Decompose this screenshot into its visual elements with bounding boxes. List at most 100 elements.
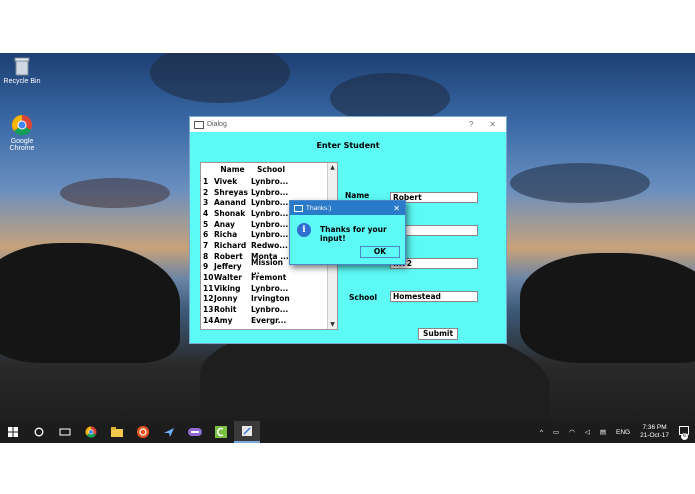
desktop-icon-recycle-bin[interactable]: Recycle Bin [0,56,44,85]
student-school: Lynbro... [251,305,289,315]
dialog-header: Enter Student [316,141,380,150]
system-tray: ^ ▭ ◠ ◁ ▤ ENG 7:36 PM 21-Oct-17 6 [535,421,695,443]
clock-date: 21-Oct-17 [640,432,669,439]
task-view-button[interactable] [52,421,78,443]
submit-button[interactable]: Submit [418,328,458,340]
row-number: 13 [203,305,214,315]
row-number: 7 [203,240,209,250]
thanks-message-box: Thanks:) ✕ i Thanks for your input! OK [289,200,406,265]
student-name: Shreyas [214,187,248,197]
close-button[interactable]: ✕ [489,120,496,129]
chrome-icon [85,426,97,438]
message-box-title: Thanks:) [306,204,332,212]
student-name: Richa [214,230,238,240]
cloud [150,53,290,103]
table-row[interactable]: 10 Walter Fremont [201,272,337,283]
student-name: Walter [214,273,243,283]
list-header: Name School [201,163,337,176]
table-row[interactable]: 13 Rohit Lynbro... [201,304,337,315]
green-app-icon [215,426,227,438]
editor-app-icon [242,426,252,436]
row-number: 8 [203,251,209,261]
clock[interactable]: 7:36 PM 21-Oct-17 [640,424,669,440]
ubuntu-icon [137,426,149,438]
table-row[interactable]: 2 Shreyas Lynbro... [201,187,337,198]
volume-icon[interactable]: ◁ [585,428,590,436]
student-name: Robert [214,251,243,261]
student-school: Fremont [251,273,287,283]
search-icon [34,427,44,437]
student-school: Lynbro... [251,219,289,229]
battery-icon[interactable]: ▭ [553,428,559,436]
dialog-titlebar[interactable]: Dialog ? ✕ [190,117,506,132]
taskbar-editor-app[interactable] [234,421,260,443]
dialog-title: Dialog [207,121,227,128]
language-indicator[interactable]: ENG [616,429,630,436]
rock [0,243,180,363]
student-school: Lynbro... [251,208,289,218]
row-number: 3 [203,198,209,208]
student-name: Jeffery [214,262,242,272]
desktop-icon-label: Recycle Bin [3,78,41,85]
row-number: 2 [203,187,209,197]
desktop-icon-chrome[interactable]: Google Chrome [0,114,44,152]
student-school: Irvington [251,294,290,304]
student-name: Jonny [214,294,238,304]
row-number: 12 [203,294,214,304]
row-number: 1 [203,176,209,186]
ok-button[interactable]: OK [360,246,400,258]
student-name: Shonak [214,208,246,218]
table-row[interactable]: 12 Jonny Irvington [201,294,337,305]
taskbar-chrome[interactable] [78,421,104,443]
wifi-icon[interactable]: ◠ [569,428,575,436]
school-label: School [349,293,378,302]
column-header-name[interactable]: Name [214,165,251,174]
row-number: 10 [203,273,214,283]
taskbar-media-app[interactable] [182,421,208,443]
scroll-down-icon[interactable]: ▼ [328,320,337,329]
student-name: Vivek [214,176,238,186]
student-name: Richard [214,240,247,250]
school-field[interactable]: Homestead [390,291,478,302]
student-name: Rohit [214,305,237,315]
row-number: 6 [203,230,209,240]
student-school: Lynbro... [251,187,289,197]
clock-time: 7:36 PM [642,424,667,431]
student-school: Lynbro... [251,198,289,208]
search-button[interactable] [26,421,52,443]
media-app-icon [188,428,202,436]
row-number: 11 [203,283,214,293]
desktop-icon-label: Google Chrome [9,138,35,152]
row-number: 9 [203,262,209,272]
message-box-titlebar[interactable]: Thanks:) ✕ [290,201,405,215]
file-explorer-icon [111,427,123,437]
student-school: Lynbro... [251,230,289,240]
cloud [60,178,170,208]
table-row[interactable]: 14 Amy Evergr... [201,315,337,326]
taskbar-green-app[interactable] [208,421,234,443]
start-button[interactable] [0,421,26,443]
student-school: Lynbro... [251,283,289,293]
keyboard-icon[interactable]: ▤ [600,428,606,436]
cloud [510,163,650,203]
table-row[interactable]: 1 Vivek Lynbro... [201,176,337,187]
taskbar-file-explorer[interactable] [104,421,130,443]
scroll-up-icon[interactable]: ▲ [328,163,337,172]
row-number: 14 [203,315,214,325]
name-label: Name [345,191,370,200]
taskbar: ^ ▭ ◠ ◁ ▤ ENG 7:36 PM 21-Oct-17 6 [0,421,695,443]
student-name: Viking [214,283,241,293]
student-school: Redwo... [251,240,288,250]
column-header-school[interactable]: School [251,165,291,174]
taskbar-ubuntu[interactable] [130,421,156,443]
taskbar-plane-app[interactable] [156,421,182,443]
notification-center[interactable]: 6 [679,426,690,440]
chevron-up-icon[interactable]: ^ [540,429,543,436]
help-button[interactable]: ? [469,120,473,129]
table-row[interactable]: 11 Viking Lynbro... [201,283,337,294]
rock [520,253,695,363]
student-school: Lynbro... [251,176,289,186]
close-icon[interactable]: ✕ [393,204,400,213]
message-text: Thanks for your input! [320,225,387,243]
window-app-icon [194,120,204,129]
